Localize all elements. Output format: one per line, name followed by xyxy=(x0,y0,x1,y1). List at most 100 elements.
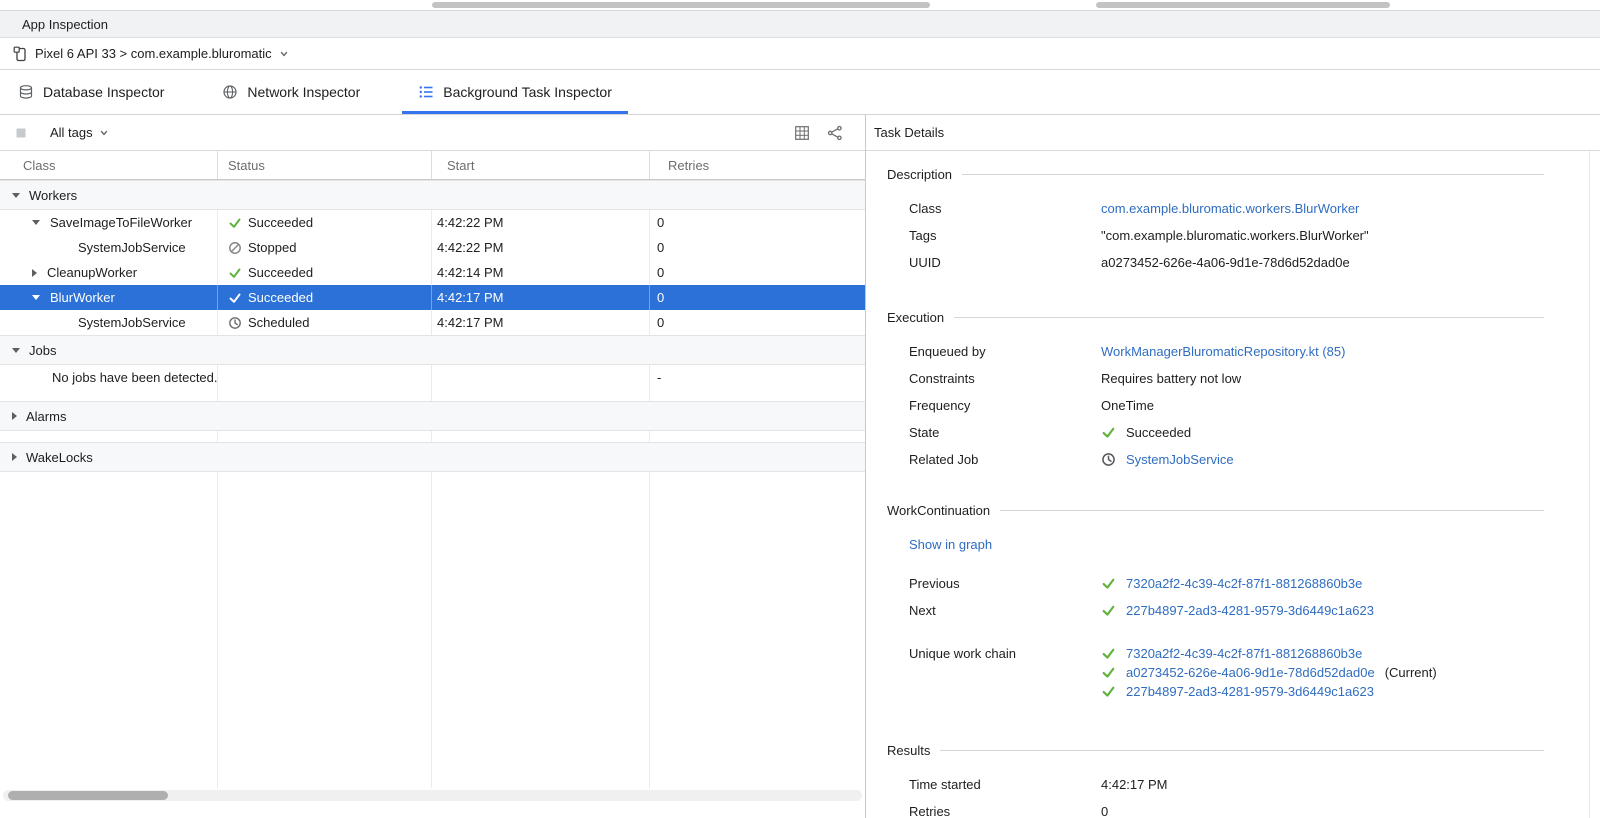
show-in-graph-link[interactable]: Show in graph xyxy=(909,537,992,552)
succeeded-icon xyxy=(1101,425,1116,440)
tags-filter-dropdown[interactable]: All tags xyxy=(50,125,109,140)
process-selector-label: Pixel 6 API 33 > com.example.bluromatic xyxy=(35,46,272,61)
tab-background-task-inspector[interactable]: Background Task Inspector xyxy=(402,70,628,114)
detail-row-frequency: Frequency OneTime xyxy=(909,392,1544,419)
detail-row-tags: Tags "com.example.bluromatic.workers.Blu… xyxy=(909,222,1544,249)
cell-retries: 0 xyxy=(650,310,865,335)
empty-jobs-message: No jobs have been detected. xyxy=(52,370,218,385)
detail-row-show-in-graph: Show in graph xyxy=(909,531,1544,558)
cell-class: SystemJobService xyxy=(0,310,218,335)
chevron-right-icon[interactable] xyxy=(12,453,17,461)
class-link[interactable]: com.example.bluromatic.workers.BlurWorke… xyxy=(1101,201,1359,216)
section-divider xyxy=(1000,510,1544,511)
chevron-right-icon[interactable] xyxy=(12,412,17,420)
column-header-retries[interactable]: Retries xyxy=(650,151,865,179)
table-row-empty-jobs[interactable]: No jobs have been detected. - xyxy=(0,365,865,390)
horizontal-scrollbar-thumb[interactable] xyxy=(1096,2,1390,8)
detail-row-class: Class com.example.bluromatic.workers.Blu… xyxy=(909,195,1544,222)
cell-start: 4:42:17 PM xyxy=(432,285,650,310)
enqueued-by-link[interactable]: WorkManagerBluromaticRepository.kt (85) xyxy=(1101,344,1345,359)
status-text: Succeeded xyxy=(248,290,313,305)
detail-label: Next xyxy=(909,603,1101,618)
inspector-content: All tags xyxy=(0,115,1600,818)
group-row-workers[interactable]: Workers xyxy=(0,180,865,210)
tab-network-inspector[interactable]: Network Inspector xyxy=(206,70,376,114)
cell-retries: 0 xyxy=(650,260,865,285)
cell-status: Stopped xyxy=(218,235,432,260)
detail-label: Frequency xyxy=(909,398,1101,413)
group-row-alarms[interactable]: Alarms xyxy=(0,401,865,431)
group-spacer xyxy=(0,431,865,442)
group-spacer xyxy=(0,390,865,401)
table-toolbar: All tags xyxy=(0,115,865,151)
section-heading: WorkContinuation xyxy=(887,503,990,518)
chevron-down-icon[interactable] xyxy=(12,348,20,353)
constraints-value: Requires battery not low xyxy=(1101,371,1241,386)
succeeded-icon xyxy=(1101,665,1116,680)
section-divider xyxy=(962,174,1544,175)
table-row-selected[interactable]: BlurWorker Succeeded 4:42:17 PM 0 xyxy=(0,285,865,310)
group-label: WakeLocks xyxy=(26,450,93,465)
chevron-down-icon[interactable] xyxy=(32,220,40,225)
cell-retries: 0 xyxy=(650,210,865,235)
horizontal-scrollbar-thumb[interactable] xyxy=(8,791,168,800)
worker-class-name: SaveImageToFileWorker xyxy=(50,215,192,230)
tab-database-inspector[interactable]: Database Inspector xyxy=(2,70,180,114)
section-results: Results xyxy=(887,741,1544,759)
chain-work-link[interactable]: a0273452-626e-4a06-9d1e-78d6d52dad0e xyxy=(1126,665,1375,680)
column-header-class[interactable]: Class xyxy=(0,151,218,179)
related-job-link[interactable]: SystemJobService xyxy=(1126,452,1234,467)
chevron-down-icon xyxy=(279,49,289,59)
succeeded-icon xyxy=(1101,576,1116,591)
detail-row-enqueued-by: Enqueued by WorkManagerBluromaticReposit… xyxy=(909,338,1544,365)
group-row-wakelocks[interactable]: WakeLocks xyxy=(0,442,865,472)
section-divider xyxy=(954,317,1544,318)
chevron-down-icon[interactable] xyxy=(32,295,40,300)
retries-value: 0 xyxy=(1101,804,1108,818)
detail-row-uuid: UUID a0273452-626e-4a06-9d1e-78d6d52dad0… xyxy=(909,249,1544,276)
next-work-link[interactable]: 227b4897-2ad3-4281-9579-3d6449c1a623 xyxy=(1126,603,1374,618)
chain-entry: 227b4897-2ad3-4281-9579-3d6449c1a623 xyxy=(1101,682,1437,701)
detail-label: Time started xyxy=(909,777,1101,792)
cell-start: 4:42:22 PM xyxy=(432,210,650,235)
succeeded-icon xyxy=(1101,646,1116,661)
detail-label: Unique work chain xyxy=(909,644,1101,663)
detail-row-previous: Previous 7320a2f2-4c39-4c2f-87f1-8812688… xyxy=(909,570,1544,597)
task-details-content: Description Class com.example.bluromatic… xyxy=(866,151,1600,818)
table-mode-icon[interactable] xyxy=(794,125,810,141)
chevron-down-icon[interactable] xyxy=(12,193,20,198)
tab-label: Database Inspector xyxy=(43,84,164,100)
table-row[interactable]: SystemJobService Scheduled 4:42:17 PM 0 xyxy=(0,310,865,335)
table-row[interactable]: SaveImageToFileWorker Succeeded 4:42:22 … xyxy=(0,210,865,235)
chevron-down-icon xyxy=(99,128,109,138)
cell-class: BlurWorker xyxy=(0,285,218,310)
chain-suffix: (Current) xyxy=(1385,665,1437,680)
app-inspection-window: App Inspection Pixel 6 API 33 > com.exam… xyxy=(0,0,1600,818)
table-row[interactable]: CleanupWorker Succeeded 4:42:14 PM 0 xyxy=(0,260,865,285)
chevron-right-icon[interactable] xyxy=(32,269,37,277)
group-label: Jobs xyxy=(29,343,56,358)
table-row[interactable]: SystemJobService Stopped 4:42:22 PM 0 xyxy=(0,235,865,260)
chain-work-link[interactable]: 227b4897-2ad3-4281-9579-3d6449c1a623 xyxy=(1126,684,1374,699)
column-header-status[interactable]: Status xyxy=(218,151,432,179)
horizontal-scrollbar-thumb[interactable] xyxy=(432,2,930,8)
cell-class: No jobs have been detected. xyxy=(0,365,218,390)
task-details-panel: Task Details Description Class com.examp… xyxy=(866,115,1600,818)
graph-mode-icon[interactable] xyxy=(827,125,843,141)
process-selector[interactable]: Pixel 6 API 33 > com.example.bluromatic xyxy=(0,38,1600,70)
horizontal-scrollbar[interactable] xyxy=(3,790,862,801)
stop-inspection-icon[interactable] xyxy=(14,126,28,140)
chain-entry: a0273452-626e-4a06-9d1e-78d6d52dad0e (Cu… xyxy=(1101,663,1437,682)
vertical-scrollbar-track[interactable] xyxy=(1589,151,1590,818)
previous-work-link[interactable]: 7320a2f2-4c39-4c2f-87f1-881268860b3e xyxy=(1126,576,1362,591)
group-row-jobs[interactable]: Jobs xyxy=(0,335,865,365)
column-header-start[interactable]: Start xyxy=(432,151,650,179)
section-heading: Execution xyxy=(887,310,944,325)
succeeded-icon xyxy=(228,216,242,230)
detail-row-state: State Succeeded xyxy=(909,419,1544,446)
detail-row-next: Next 227b4897-2ad3-4281-9579-3d6449c1a62… xyxy=(909,597,1544,624)
chain-work-link[interactable]: 7320a2f2-4c39-4c2f-87f1-881268860b3e xyxy=(1126,646,1362,661)
task-details-title: Task Details xyxy=(874,125,944,140)
detail-label: Constraints xyxy=(909,371,1101,386)
worker-class-name: SystemJobService xyxy=(78,315,186,330)
